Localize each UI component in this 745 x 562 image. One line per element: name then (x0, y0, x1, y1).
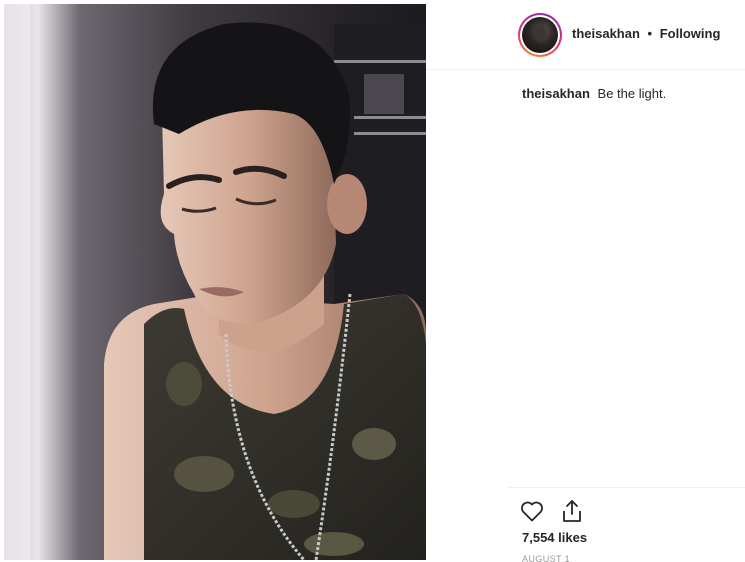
share-icon (563, 500, 581, 522)
avatar-image (522, 17, 558, 53)
post-footer: 7,554 likes AUGUST 1 (509, 487, 745, 562)
portrait-image (4, 4, 426, 560)
like-button[interactable] (519, 498, 545, 524)
instagram-post: theisakhan • Following theisakhan Be the… (0, 0, 745, 562)
header-text: theisakhan • Following (572, 26, 720, 41)
share-button[interactable] (559, 498, 585, 524)
following-button[interactable]: Following (660, 26, 721, 41)
avatar[interactable] (518, 13, 562, 57)
likes-count[interactable]: 7,554 likes (522, 530, 587, 545)
post-date[interactable]: AUGUST 1 (522, 554, 570, 562)
action-bar (519, 498, 585, 524)
header-username-link[interactable]: theisakhan (572, 26, 640, 41)
caption-text: Be the light. (597, 86, 667, 101)
avatar-ring-inner (520, 15, 560, 55)
post-header: theisakhan • Following (426, 0, 745, 70)
header-separator: • (647, 26, 653, 41)
caption-username-link[interactable]: theisakhan (522, 86, 590, 101)
post-photo[interactable] (4, 4, 426, 560)
post-caption: theisakhan Be the light. (522, 86, 666, 101)
heart-icon (521, 501, 543, 522)
post-details-panel: theisakhan • Following theisakhan Be the… (426, 0, 745, 562)
